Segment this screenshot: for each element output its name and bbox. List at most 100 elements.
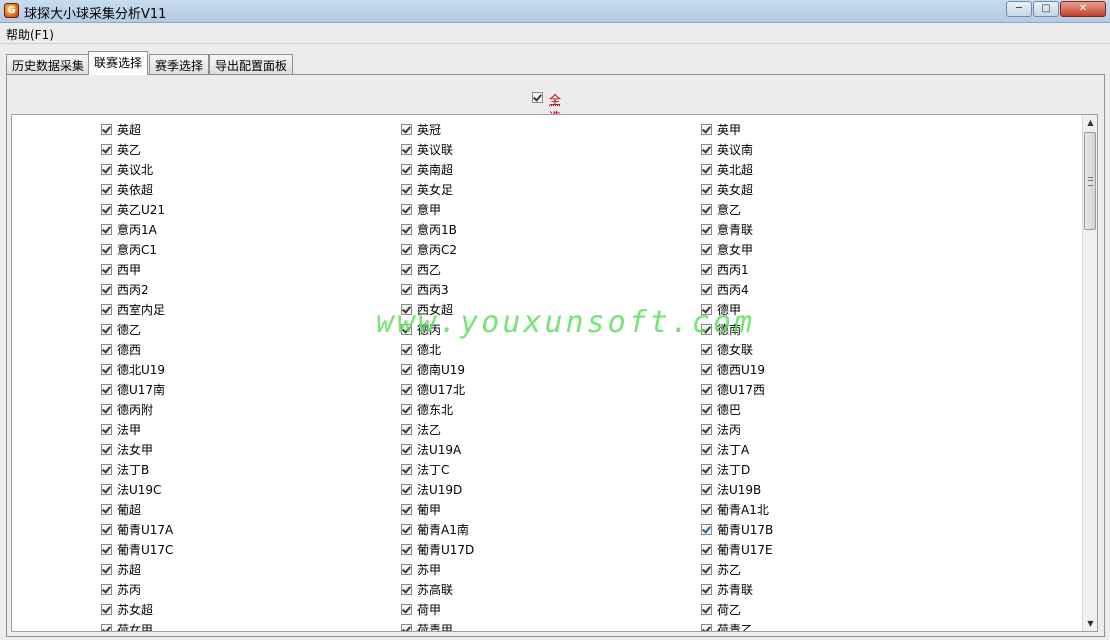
checkbox-check-icon[interactable] [701,604,712,615]
checkbox-check-icon[interactable] [701,184,712,195]
checkbox-check-icon[interactable] [701,384,712,395]
checkbox-check-icon[interactable] [701,324,712,335]
league-label: 德U17北 [417,383,466,397]
checkbox-check-icon[interactable] [701,224,712,235]
checkbox-check-icon[interactable] [701,264,712,275]
checkbox-check-icon[interactable] [701,564,712,575]
tab-season-select[interactable]: 赛季选择 [149,54,210,74]
checkbox-check-icon[interactable] [401,604,412,615]
checkbox-check-icon[interactable] [101,364,112,375]
checkbox-check-icon[interactable] [701,584,712,595]
checkbox-check-icon[interactable] [701,364,712,375]
league-label: 荷青乙 [717,623,754,631]
checkbox-check-icon[interactable] [101,564,112,575]
checkbox-check-icon[interactable] [401,564,412,575]
tab-league-select[interactable]: 联赛选择 [88,51,149,75]
checkbox-check-icon[interactable] [701,284,712,295]
checkbox-check-icon[interactable] [401,544,412,555]
league-label: 西丙1 [717,263,749,277]
checkbox-check-icon[interactable] [532,92,543,103]
checkbox-check-icon[interactable] [401,624,412,631]
checkbox-check-icon[interactable] [701,124,712,135]
checkbox-check-icon[interactable] [101,484,112,495]
league-label: 意乙 [717,203,742,217]
checkbox-check-icon[interactable] [101,464,112,475]
checkbox-check-icon[interactable] [701,424,712,435]
maximize-button[interactable]: □ [1033,1,1059,17]
checkbox-check-icon[interactable] [101,524,112,535]
checkbox-check-icon[interactable] [101,244,112,255]
checkbox-check-icon[interactable] [101,504,112,515]
checkbox-check-icon[interactable] [401,324,412,335]
vertical-scrollbar[interactable]: ▲ ▼ [1082,115,1097,631]
checkbox-check-icon[interactable] [401,344,412,355]
checkbox-check-icon[interactable] [401,204,412,215]
checkbox-check-icon[interactable] [101,424,112,435]
checkbox-check-icon[interactable] [701,444,712,455]
checkbox-check-icon[interactable] [101,324,112,335]
league-label: 意青联 [717,223,754,237]
grip-icon [1088,177,1093,186]
checkbox-check-icon[interactable] [401,404,412,415]
checkbox-check-icon[interactable] [701,344,712,355]
checkbox-check-icon[interactable] [101,624,112,631]
checkbox-check-icon[interactable] [101,284,112,295]
checkbox-check-icon[interactable] [401,484,412,495]
checkbox-check-icon[interactable] [401,364,412,375]
checkbox-check-icon[interactable] [401,144,412,155]
checkbox-check-icon[interactable] [701,464,712,475]
scroll-down-arrow-icon[interactable]: ▼ [1083,616,1097,631]
checkbox-check-icon[interactable] [101,144,112,155]
checkbox-check-icon[interactable] [101,444,112,455]
checkbox-check-icon[interactable] [101,344,112,355]
checkbox-check-icon[interactable] [401,224,412,235]
checkbox-check-icon[interactable] [701,244,712,255]
checkbox-check-icon[interactable] [701,544,712,555]
checkbox-check-icon[interactable] [101,384,112,395]
checkbox-check-icon[interactable] [701,484,712,495]
league-label: 英乙U21 [117,203,166,217]
checkbox-check-icon[interactable] [701,624,712,631]
checkbox-check-icon[interactable] [101,404,112,415]
checkbox-check-icon[interactable] [101,544,112,555]
checkbox-check-icon[interactable] [101,184,112,195]
checkbox-check-icon[interactable] [101,264,112,275]
checkbox-check-icon[interactable] [401,444,412,455]
checkbox-check-icon[interactable] [101,304,112,315]
checkbox-check-icon[interactable] [101,604,112,615]
checkbox-check-icon[interactable] [701,144,712,155]
checkbox-check-icon[interactable] [101,584,112,595]
league-label: 英依超 [117,183,154,197]
checkbox-check-icon[interactable] [401,424,412,435]
checkbox-check-icon[interactable] [401,384,412,395]
close-button[interactable]: ✕ [1060,1,1106,17]
menu-help[interactable]: 帮助(F1) [6,26,54,43]
scroll-thumb[interactable] [1084,132,1096,230]
checkbox-check-icon[interactable] [701,524,712,535]
checkbox-check-icon[interactable] [401,524,412,535]
checkbox-check-icon[interactable] [101,124,112,135]
checkbox-check-icon[interactable] [401,304,412,315]
checkbox-check-icon[interactable] [101,204,112,215]
checkbox-check-icon[interactable] [401,584,412,595]
checkbox-check-icon[interactable] [401,284,412,295]
checkbox-check-icon[interactable] [101,224,112,235]
checkbox-check-icon[interactable] [701,504,712,515]
checkbox-check-icon[interactable] [401,464,412,475]
checkbox-check-icon[interactable] [401,504,412,515]
checkbox-check-icon[interactable] [701,404,712,415]
title-bar: G 球探大小球采集分析V11 ─ □ ✕ [0,0,1110,23]
checkbox-check-icon[interactable] [401,244,412,255]
tab-history-collect[interactable]: 历史数据采集 [6,54,91,74]
checkbox-check-icon[interactable] [701,164,712,175]
checkbox-check-icon[interactable] [701,304,712,315]
checkbox-check-icon[interactable] [401,184,412,195]
checkbox-check-icon[interactable] [101,164,112,175]
minimize-button[interactable]: ─ [1006,1,1032,17]
scroll-up-arrow-icon[interactable]: ▲ [1083,115,1097,130]
checkbox-check-icon[interactable] [401,264,412,275]
checkbox-check-icon[interactable] [401,164,412,175]
checkbox-check-icon[interactable] [701,204,712,215]
tab-export-config[interactable]: 导出配置面板 [209,54,294,74]
checkbox-check-icon[interactable] [401,124,412,135]
